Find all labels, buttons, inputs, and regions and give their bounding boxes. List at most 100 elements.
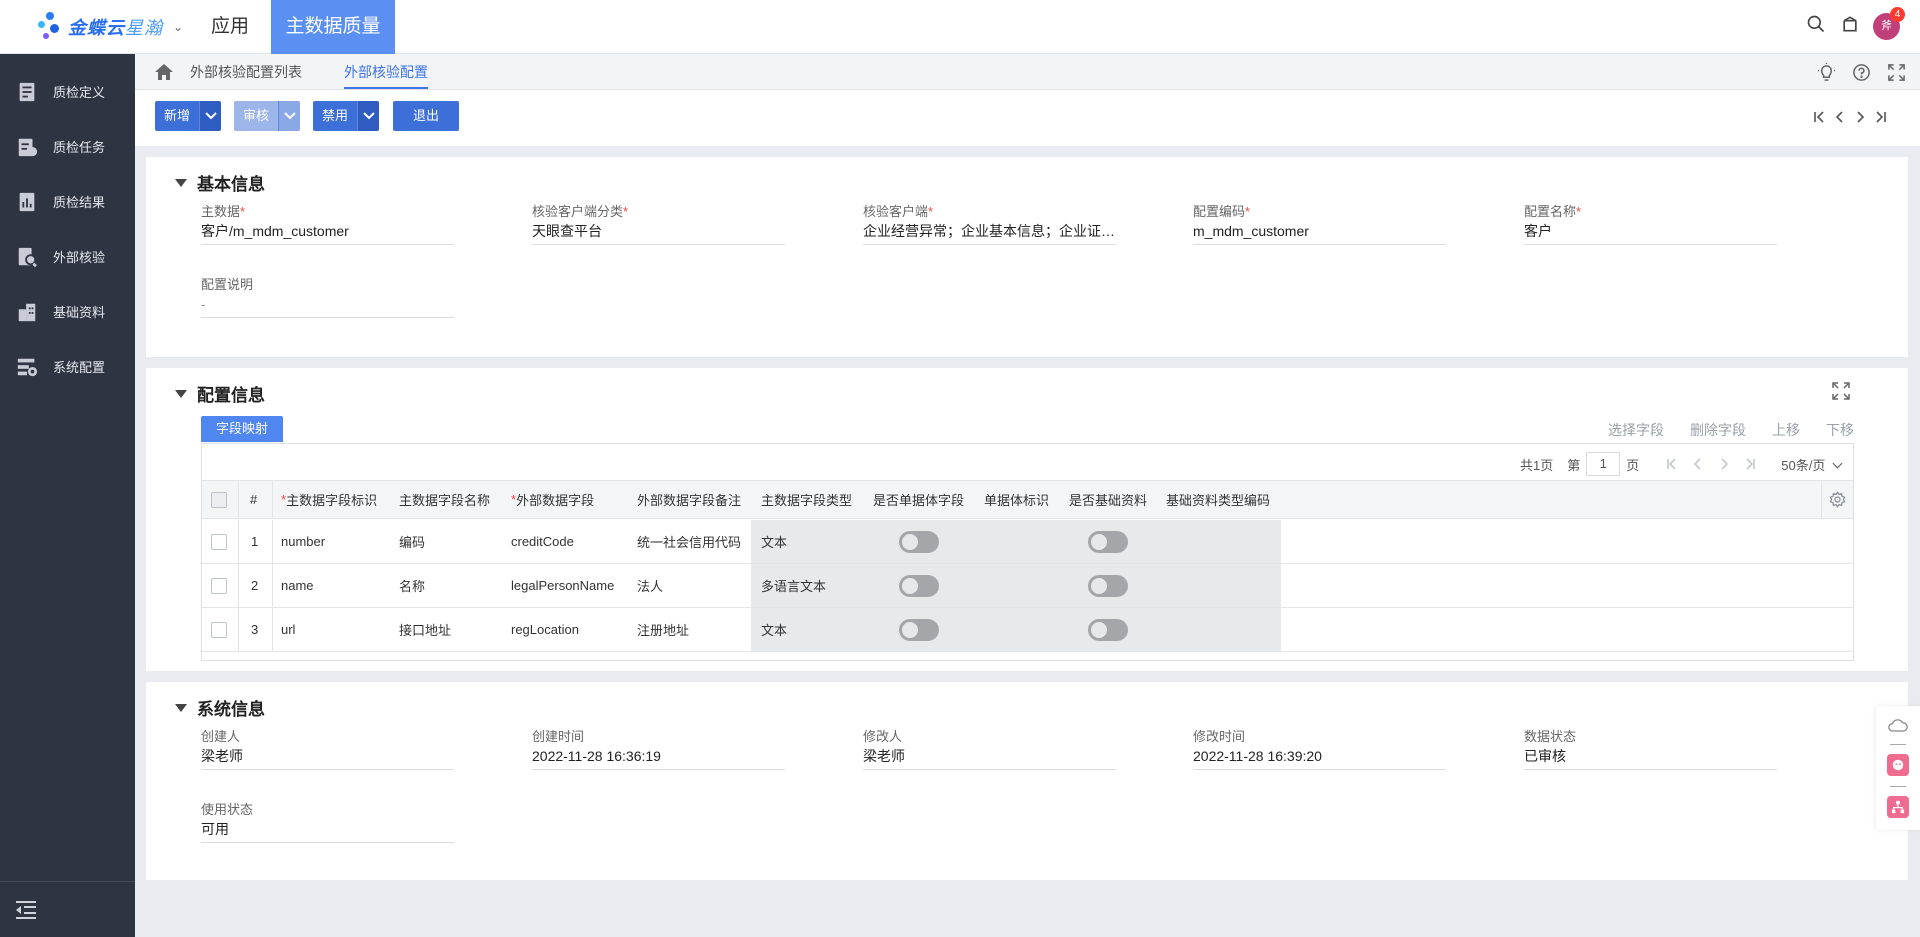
field-creator[interactable]: 创建人 梁老师 [201, 726, 454, 770]
exit-button[interactable]: 退出 [393, 101, 459, 131]
row-checkbox[interactable] [211, 608, 227, 651]
toggle-is-base[interactable] [1088, 520, 1128, 563]
field-value: 天眼查平台 [532, 219, 785, 245]
field-config-code[interactable]: 配置编码* m_mdm_customer [1193, 201, 1446, 245]
next-record-icon[interactable] [1850, 108, 1870, 126]
last-page-icon[interactable] [1737, 458, 1763, 470]
row-checkbox[interactable] [211, 520, 227, 563]
field-usage-status[interactable]: 使用状态 可用 [201, 799, 454, 843]
field-master-data[interactable]: 主数据* 客户/m_mdm_customer [201, 201, 454, 245]
chevron-down-icon[interactable]: ⌄ [173, 20, 183, 34]
column-settings-button[interactable] [1821, 481, 1853, 518]
fullscreen-icon[interactable] [1886, 62, 1906, 82]
first-page-icon[interactable] [1659, 458, 1685, 470]
move-down-button[interactable]: 下移 [1826, 420, 1854, 440]
page-input[interactable]: 1 [1586, 452, 1621, 476]
cell-field-type[interactable]: 多语言文本 [761, 564, 826, 607]
prev-record-icon[interactable] [1830, 108, 1850, 126]
breadcrumb-item-config-list[interactable]: 外部核验配置列表 [190, 54, 302, 90]
sidebar-item-system-config[interactable]: 系统配置 [0, 339, 135, 394]
expand-icon[interactable] [1832, 382, 1850, 400]
sidebar-item-external-verify[interactable]: 外部核验 [0, 229, 135, 284]
table-row[interactable]: 1 number 编码 creditCode 统一社会信用代码 文本 [202, 520, 1853, 564]
col-is-entry[interactable]: 是否单据体字段 [873, 481, 964, 518]
audit-button[interactable]: 审核 [234, 101, 279, 131]
prev-page-icon[interactable] [1685, 458, 1711, 470]
cell-field-name[interactable]: 接口地址 [399, 608, 451, 651]
select-field-button[interactable]: 选择字段 [1608, 420, 1664, 440]
sidebar-item-qc-definition[interactable]: 质检定义 [0, 64, 135, 119]
basic-info-title[interactable]: 基本信息 [175, 170, 265, 195]
toggle-is-entry[interactable] [899, 564, 939, 607]
toggle-is-entry[interactable] [899, 520, 939, 563]
cell-ext-remark[interactable]: 法人 [637, 564, 663, 607]
cell-ext-field[interactable]: creditCode [511, 520, 574, 563]
sidebar-item-qc-result[interactable]: 质检结果 [0, 174, 135, 229]
col-field-name[interactable]: 主数据字段名称 [399, 481, 490, 518]
table-row[interactable]: 2 name 名称 legalPersonName 法人 多语言文本 [202, 564, 1853, 608]
field-data-status[interactable]: 数据状态 已审核 [1524, 726, 1777, 770]
cell-field-id[interactable]: url [281, 608, 295, 651]
cell-ext-remark[interactable]: 统一社会信用代码 [637, 520, 741, 563]
home-icon[interactable] [154, 63, 174, 81]
lightbulb-icon[interactable] [1816, 62, 1836, 82]
col-field-type[interactable]: 主数据字段类型 [761, 481, 852, 518]
first-record-icon[interactable] [1810, 108, 1830, 126]
move-up-button[interactable]: 上移 [1772, 420, 1800, 440]
collapse-sidebar-button[interactable] [0, 881, 135, 937]
field-created-time[interactable]: 创建时间 2022-11-28 16:36:19 [532, 726, 785, 770]
audit-dropdown-button[interactable] [278, 101, 301, 131]
cell-field-type[interactable]: 文本 [761, 520, 787, 563]
table-row[interactable]: 3 url 接口地址 regLocation 注册地址 文本 [202, 608, 1853, 652]
col-is-base[interactable]: 是否基础资料 [1069, 481, 1147, 518]
last-record-icon[interactable] [1870, 108, 1890, 126]
field-client[interactable]: 核验客户端* 企业经营异常；企业基本信息；企业证照信息 [863, 201, 1116, 245]
tab-apps[interactable]: 应用 [193, 0, 267, 54]
row-checkbox[interactable] [211, 564, 227, 607]
sidebar-item-qc-task[interactable]: 质检任务 [0, 119, 135, 174]
toggle-is-entry[interactable] [899, 608, 939, 651]
delete-field-button[interactable]: 删除字段 [1690, 420, 1746, 440]
toggle-is-base[interactable] [1088, 564, 1128, 607]
mailbox-icon[interactable] [1838, 14, 1862, 38]
disable-button[interactable]: 禁用 [313, 101, 358, 131]
page-size-select[interactable]: 50条/页 [1781, 455, 1843, 474]
help-icon[interactable] [1851, 62, 1871, 82]
add-dropdown-button[interactable] [199, 101, 222, 131]
config-info-title[interactable]: 配置信息 [175, 381, 265, 406]
field-config-description[interactable]: 配置说明 - [201, 274, 454, 318]
cell-field-name[interactable]: 名称 [399, 564, 425, 607]
sidebar-item-base-data[interactable]: 基础资料 [0, 284, 135, 339]
search-icon[interactable] [1804, 14, 1828, 38]
avatar[interactable]: 斧 4 [1873, 7, 1905, 40]
field-modified-time[interactable]: 修改时间 2022-11-28 16:39:20 [1193, 726, 1446, 770]
disable-dropdown-button[interactable] [357, 101, 380, 131]
system-info-title[interactable]: 系统信息 [175, 695, 265, 720]
app-logo[interactable]: 金蝶云星瀚 ⌄ [38, 10, 183, 44]
cell-ext-field[interactable]: regLocation [511, 608, 579, 651]
col-entry-id[interactable]: 单据体标识 [984, 481, 1049, 518]
add-button[interactable]: 新增 [155, 101, 200, 131]
next-page-icon[interactable] [1711, 458, 1737, 470]
col-field-id[interactable]: * 主数据字段标识 [281, 481, 377, 518]
col-base-type-code[interactable]: 基础资料类型编码 [1166, 481, 1270, 518]
field-client-category[interactable]: 核验客户端分类* 天眼查平台 [532, 201, 785, 245]
tab-field-mapping[interactable]: 字段映射 [201, 416, 283, 442]
col-ext-remark[interactable]: 外部数据字段备注 [637, 481, 741, 518]
field-config-name[interactable]: 配置名称* 客户 [1524, 201, 1777, 245]
assistant-icon[interactable] [1887, 754, 1909, 776]
cell-field-type[interactable]: 文本 [761, 608, 787, 651]
org-chart-icon[interactable] [1887, 796, 1909, 818]
col-ext-field[interactable]: * 外部数据字段 [511, 481, 594, 518]
cell-ext-remark[interactable]: 注册地址 [637, 608, 689, 651]
cell-field-id[interactable]: name [281, 564, 314, 607]
tab-mdm-quality[interactable]: 主数据质量 [271, 0, 395, 54]
cell-field-id[interactable]: number [281, 520, 325, 563]
cell-field-name[interactable]: 编码 [399, 520, 425, 563]
toggle-is-base[interactable] [1088, 608, 1128, 651]
breadcrumb-item-config[interactable]: 外部核验配置 [344, 54, 428, 89]
select-all-checkbox[interactable] [211, 481, 227, 518]
cloud-icon[interactable] [1887, 714, 1909, 736]
cell-ext-field[interactable]: legalPersonName [511, 564, 614, 607]
field-modifier[interactable]: 修改人 梁老师 [863, 726, 1116, 770]
